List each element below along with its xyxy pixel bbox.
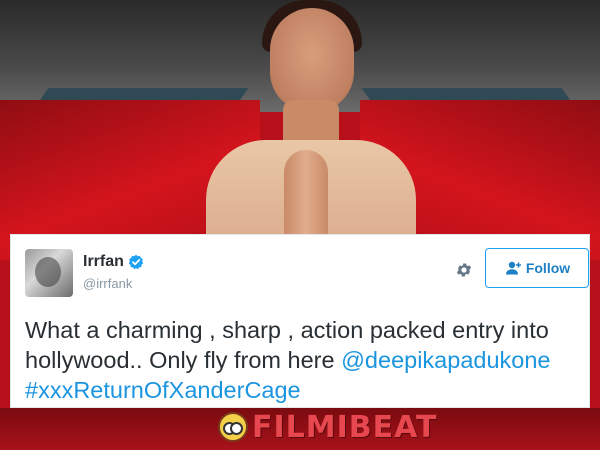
owl-logo-icon [218, 412, 248, 442]
filmibeat-watermark: FILMIBEAT [218, 409, 438, 445]
follow-button[interactable]: Follow [485, 248, 589, 288]
gear-icon[interactable] [455, 261, 473, 279]
tweet-text: What a charming , sharp , action packed … [25, 315, 585, 405]
verified-badge-icon [128, 254, 144, 270]
add-user-icon [505, 261, 521, 275]
avatar[interactable] [25, 249, 73, 297]
hashtag-link[interactable]: #xxxReturnOfXanderCage [25, 377, 301, 403]
author-handle[interactable]: @irrfank [83, 276, 132, 291]
tweet-author[interactable]: Irrfan [83, 253, 144, 271]
person-folded-hands [284, 150, 328, 240]
watermark-text: FILMIBEAT [252, 409, 438, 445]
follow-label: Follow [525, 260, 571, 276]
mention-link[interactable]: @deepikapadukone [341, 347, 550, 373]
tweet-card: Irrfan @irrfank Follow What a charming ,… [10, 234, 590, 408]
person-head [270, 8, 354, 112]
author-name: Irrfan [83, 253, 124, 270]
